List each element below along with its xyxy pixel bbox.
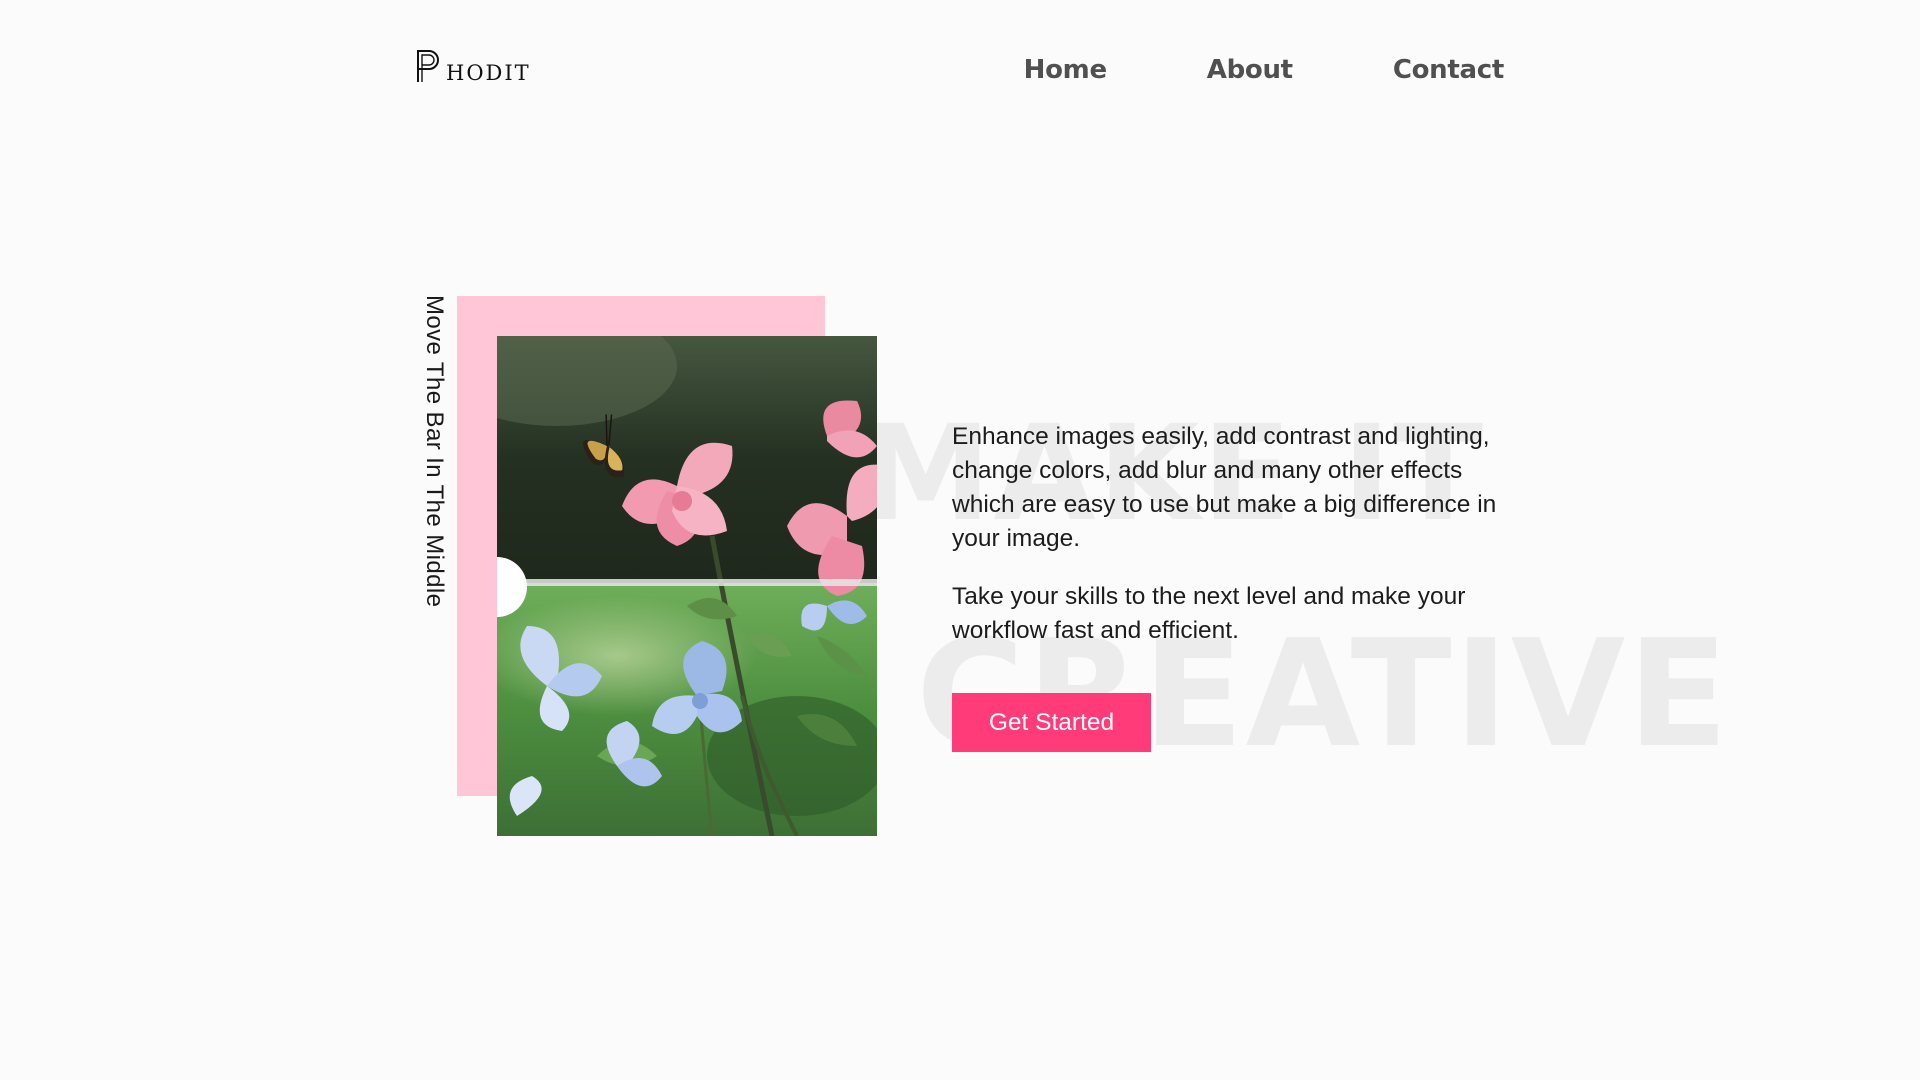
hero-paragraph-2: Take your skills to the next level and m… — [952, 583, 1466, 644]
nav-home[interactable]: Home — [1024, 55, 1107, 85]
nav-about[interactable]: About — [1207, 55, 1293, 85]
page: HODIT Home About Contact MAKE IT CREATIV… — [0, 0, 1920, 1080]
brand-logo[interactable]: HODIT — [414, 48, 531, 84]
vertical-label: Move The Bar In The Middle — [421, 295, 448, 608]
logo-p-icon — [417, 50, 439, 82]
get-started-button[interactable]: Get Started — [952, 693, 1151, 752]
comparison-slider-bar[interactable] — [497, 579, 877, 586]
image-comparison[interactable] — [497, 336, 877, 836]
logo-text: HODIT — [446, 61, 531, 85]
flower-photo — [497, 336, 877, 836]
hero-copy: Enhance images easily, add contrast and … — [952, 420, 1512, 648]
hero-paragraph-1: Enhance images easily, add contrast and … — [952, 423, 1497, 552]
nav-contact[interactable]: Contact — [1393, 55, 1504, 85]
main-nav: Home About Contact — [1024, 55, 1505, 85]
